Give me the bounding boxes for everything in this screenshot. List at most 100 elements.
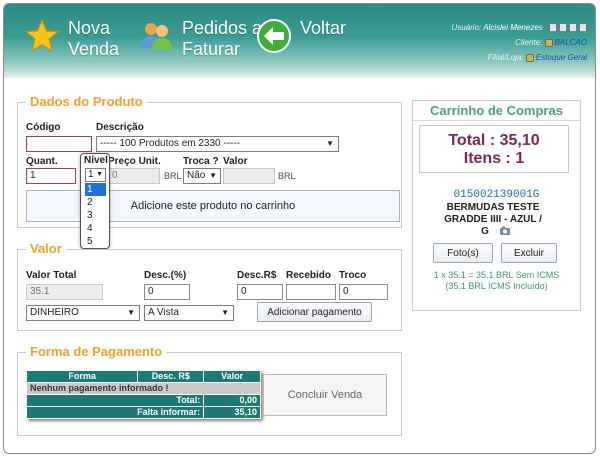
store-icon xyxy=(525,53,534,62)
forma-select[interactable]: DINHEIRO ▼ xyxy=(26,305,140,321)
total-label: Total: xyxy=(25,394,205,407)
quant-label: Quant. xyxy=(26,156,58,167)
cart-itens-label: Itens : xyxy=(463,150,511,167)
recebido-label: Recebido xyxy=(286,270,332,281)
nova-venda-button[interactable]: Nova Venda xyxy=(24,18,119,60)
cart-item-code[interactable]: 015002139001G xyxy=(413,189,580,201)
troca-label: Troca ? xyxy=(183,156,219,167)
valor-input[interactable] xyxy=(223,168,275,184)
cart-title: Carrinho de Compras xyxy=(413,101,580,121)
nivel-option[interactable]: 5 xyxy=(85,235,106,248)
users-icon xyxy=(141,23,172,50)
desc-pct-label: Desc.(%) xyxy=(144,270,187,281)
recebido-input[interactable] xyxy=(286,284,336,300)
descricao-value: ----- 100 Produtos em 2330 ----- xyxy=(100,138,241,149)
troco-label: Troco xyxy=(339,270,367,281)
codigo-input[interactable] xyxy=(26,136,92,152)
preco-input[interactable]: 0 xyxy=(108,168,160,184)
troco-input[interactable]: 0 xyxy=(339,284,388,300)
nivel-dropdown[interactable]: Nível 1 ▼ 1 2 3 4 5 xyxy=(80,153,110,249)
trash-icon[interactable] xyxy=(569,23,577,33)
cart-price-note-1: 1 x 35.1 = 35.1 BRL Sem ICMS xyxy=(433,270,560,280)
voltar-label: Voltar xyxy=(300,18,347,38)
condicao-select[interactable]: A Vista ▼ xyxy=(144,305,234,321)
client-icon xyxy=(544,38,553,47)
pagamento-table: Forma Desc. R$ Valor Nenhum pagamento in… xyxy=(25,370,261,419)
valor-label: Valor xyxy=(223,156,248,167)
excluir-button[interactable]: Excluir xyxy=(501,243,557,263)
pedidos-line2: Faturar xyxy=(182,39,241,59)
chevron-down-icon: ▼ xyxy=(221,308,229,317)
star-icon xyxy=(24,18,60,53)
usuario-value: Alcislei Menezes xyxy=(483,23,543,32)
cart-price-note-2: (35.1 BRL ICMS Incluído) xyxy=(445,281,548,291)
tools-icon[interactable] xyxy=(549,23,557,33)
chevron-down-icon: ▼ xyxy=(96,171,103,178)
cliente-label: Cliente: xyxy=(515,38,543,47)
concluir-venda-button[interactable]: Concluir Venda xyxy=(263,374,387,416)
cart-item-name-2: GRADDE IIII - AZUL / xyxy=(444,214,542,225)
pedidos-line1: Pedidos a xyxy=(182,18,263,38)
descricao-label: Descrição xyxy=(96,122,144,133)
nova-venda-line2: Venda xyxy=(68,39,120,59)
user-info: Usuário: Alcislei Menezes Cliente: BALCA… xyxy=(451,20,587,65)
empty-message: Nenhum pagamento informado ! xyxy=(26,382,261,395)
nivel-option[interactable]: 2 xyxy=(85,196,106,209)
col-desc: Desc. R$ xyxy=(137,370,205,383)
valor-total-input[interactable]: 35.1 xyxy=(26,284,103,300)
nivel-option[interactable]: 4 xyxy=(85,222,106,235)
col-forma: Forma xyxy=(25,370,139,383)
lock-icon[interactable] xyxy=(559,23,567,33)
desc-rs-label: Desc.R$ xyxy=(237,270,277,281)
chevron-down-icon: ▼ xyxy=(326,139,334,148)
chevron-down-icon: ▼ xyxy=(127,308,135,317)
pagamento-legend: Forma de Pagamento xyxy=(26,344,167,360)
app-frame: Nova Venda Pedidos a Faturar Voltar Usuá… xyxy=(3,3,596,454)
add-pagamento-button[interactable]: Adicionar pagamento xyxy=(257,302,372,322)
desc-rs-input[interactable]: 0 xyxy=(237,284,283,300)
produto-legend: Dados do Produto xyxy=(26,94,147,110)
col-valor: Valor xyxy=(203,370,261,383)
cart-item-name-1: BERMUDAS TESTE xyxy=(446,202,540,213)
cart-item-name-3: G xyxy=(481,226,489,237)
nivel-option[interactable]: 1 xyxy=(85,183,106,196)
cart-panel: Carrinho de Compras Total : 35,10 Itens … xyxy=(412,100,581,311)
total-value: 0,00 xyxy=(203,394,261,407)
forma-value: DINHEIRO xyxy=(30,307,79,318)
falta-value: 35,10 xyxy=(203,406,261,419)
valor-currency: BRL xyxy=(278,171,296,181)
fotos-button[interactable]: Foto(s) xyxy=(433,243,493,263)
condicao-value: A Vista xyxy=(148,307,179,318)
preco-label: Preço Unit. xyxy=(108,156,161,167)
troca-value: Não xyxy=(187,170,206,181)
cart-summary: Total : 35,10 Itens : 1 xyxy=(419,125,569,173)
valor-legend: Valor xyxy=(26,241,66,257)
nivel-select[interactable]: 1 ▼ xyxy=(85,168,106,182)
nova-venda-line1: Nova xyxy=(68,18,111,38)
valor-total-label: Valor Total xyxy=(26,270,77,281)
cart-total-label: Total : xyxy=(448,132,496,149)
preco-currency: BRL xyxy=(164,171,182,181)
codigo-label: Código xyxy=(26,122,61,133)
desc-pct-input[interactable]: 0 xyxy=(144,284,190,300)
nivel-label: Nível xyxy=(84,155,108,166)
nivel-option[interactable]: 3 xyxy=(85,209,106,222)
photo-icon[interactable] xyxy=(499,225,511,237)
troca-select[interactable]: Não ▼ xyxy=(183,168,221,184)
quant-input[interactable]: 1 xyxy=(26,168,76,184)
back-arrow-icon xyxy=(257,19,291,53)
descricao-select[interactable]: ----- 100 Produtos em 2330 ----- ▼ xyxy=(96,136,339,152)
cliente-value[interactable]: BALCAO xyxy=(555,38,587,47)
falta-label: Falta informar: xyxy=(25,406,205,419)
header-bar: Nova Venda Pedidos a Faturar Voltar Usuá… xyxy=(4,4,595,78)
nivel-value: 1 xyxy=(88,169,94,180)
usuario-label: Usuário: xyxy=(451,23,482,32)
pedidos-faturar-button[interactable]: Pedidos a Faturar xyxy=(138,18,262,60)
voltar-button[interactable]: Voltar xyxy=(256,18,346,54)
filial-label: Filial/Loja: xyxy=(487,53,524,62)
filial-value[interactable]: Estoque Geral xyxy=(536,53,587,62)
nivel-options: 1 2 3 4 5 xyxy=(85,183,106,248)
print-icon[interactable] xyxy=(579,23,587,33)
cart-itens-value: 1 xyxy=(515,150,525,167)
cart-total-value: 35,10 xyxy=(499,132,540,149)
